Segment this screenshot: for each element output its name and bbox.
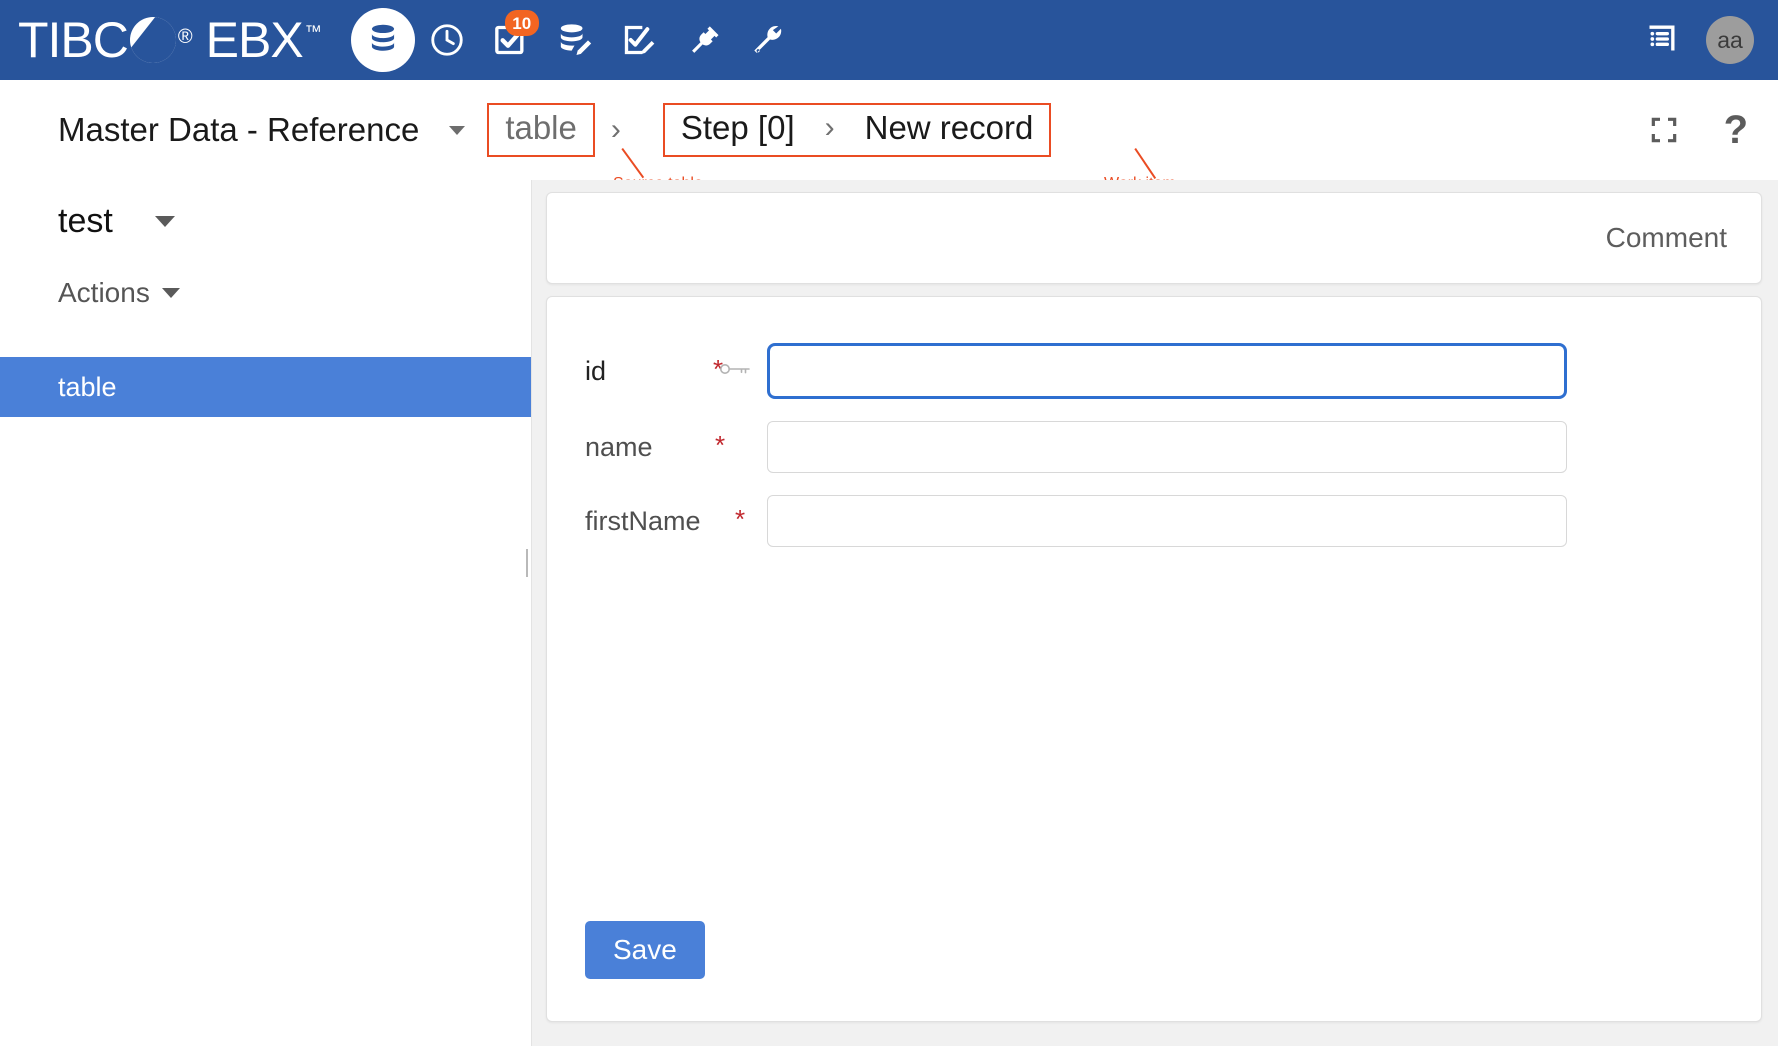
workflow-edit-icon [619, 20, 659, 60]
sidebar-nav-list: table [0, 357, 531, 417]
actions-menu-button[interactable]: Actions [58, 277, 531, 309]
splitter-line-left [526, 549, 528, 577]
tasks-count-badge: 10 [505, 10, 539, 36]
breadcrumb-separator-icon: › [611, 113, 621, 147]
database-edit-icon [555, 20, 595, 60]
breadcrumb-right-cluster: ? [1604, 110, 1748, 150]
field-row-name: name * [547, 421, 1761, 473]
wrench-icon [748, 21, 786, 59]
database-icon [364, 21, 402, 59]
fullscreen-icon[interactable] [1648, 114, 1680, 146]
list-view-icon[interactable] [1642, 18, 1682, 63]
field-input-firstname[interactable] [767, 495, 1567, 547]
nav-data-models-icon-button[interactable] [543, 8, 607, 72]
nav-tasks-icon-button[interactable]: 10 [479, 8, 543, 72]
field-row-id: id * [547, 343, 1761, 399]
plug-icon [684, 21, 722, 59]
top-bar-right-cluster: aa [1642, 16, 1754, 64]
actions-label: Actions [58, 277, 150, 309]
help-icon[interactable]: ? [1724, 110, 1748, 150]
tibco-swoosh-icon [130, 17, 176, 63]
dataset-selector[interactable]: test [58, 202, 531, 241]
field-label-name: name [585, 432, 653, 463]
user-avatar[interactable]: aa [1706, 16, 1754, 64]
breadcrumb-source-table-box[interactable]: table [487, 103, 595, 157]
record-form-panel: id * name * firstName * [546, 296, 1762, 1022]
breadcrumb-source-table-label: table [505, 109, 577, 147]
primary-nav-icons: 10 [351, 8, 799, 72]
field-input-name[interactable] [767, 421, 1567, 473]
breadcrumb-step-label: Step [0] [681, 109, 795, 147]
registered-mark: ® [178, 26, 192, 49]
clock-icon [428, 21, 466, 59]
sidebar-item-label: table [58, 372, 117, 403]
avatar-initials: aa [1717, 27, 1743, 54]
save-button[interactable]: Save [585, 921, 705, 979]
field-input-id[interactable] [767, 343, 1567, 399]
comment-label[interactable]: Comment [1606, 222, 1727, 254]
tibco-ebx-logo[interactable]: TIBC ® EBX™ [18, 11, 319, 69]
chevron-down-icon[interactable] [449, 126, 465, 135]
chevron-down-icon [155, 216, 175, 227]
breadcrumb-bar: Master Data - Reference table › Step [0]… [0, 80, 1778, 180]
field-label-wrap-firstname: firstName * [585, 506, 767, 537]
nav-clock-icon-button[interactable] [415, 8, 479, 72]
comment-panel: Comment [546, 192, 1762, 284]
nav-connectors-icon-button[interactable] [671, 8, 735, 72]
brand-tibco-text: TIBC [18, 11, 128, 69]
nav-database-icon-button[interactable] [351, 8, 415, 72]
breadcrumb-separator-2-icon: › [825, 111, 835, 145]
top-navigation-bar: TIBC ® EBX™ [0, 0, 1778, 80]
breadcrumb-record-label: New record [865, 109, 1034, 147]
trademark-mark: ™ [305, 22, 321, 42]
page-title: Master Data - Reference [58, 111, 419, 149]
main-content-area: Comment id * name * [532, 180, 1778, 1046]
breadcrumb-work-item-box[interactable]: Step [0] › New record [663, 103, 1051, 157]
required-marker-firstname: * [735, 504, 745, 535]
field-label-id: id [585, 356, 606, 387]
field-row-firstname: firstName * [547, 495, 1761, 547]
nav-administration-icon-button[interactable] [735, 8, 799, 72]
field-label-wrap-name: name * [585, 432, 767, 463]
field-label-firstname: firstName [585, 506, 701, 537]
chevron-down-icon [162, 288, 180, 298]
brand-ebx-text: EBX [206, 11, 303, 69]
nav-workflow-icon-button[interactable] [607, 8, 671, 72]
dataset-name: test [58, 202, 113, 241]
sidebar-item-table[interactable]: table [0, 357, 531, 417]
field-label-wrap-id: id * [585, 356, 767, 387]
required-marker-name: * [715, 430, 725, 461]
left-sidebar: test Actions table [0, 180, 532, 1046]
primary-key-icon [718, 358, 752, 383]
